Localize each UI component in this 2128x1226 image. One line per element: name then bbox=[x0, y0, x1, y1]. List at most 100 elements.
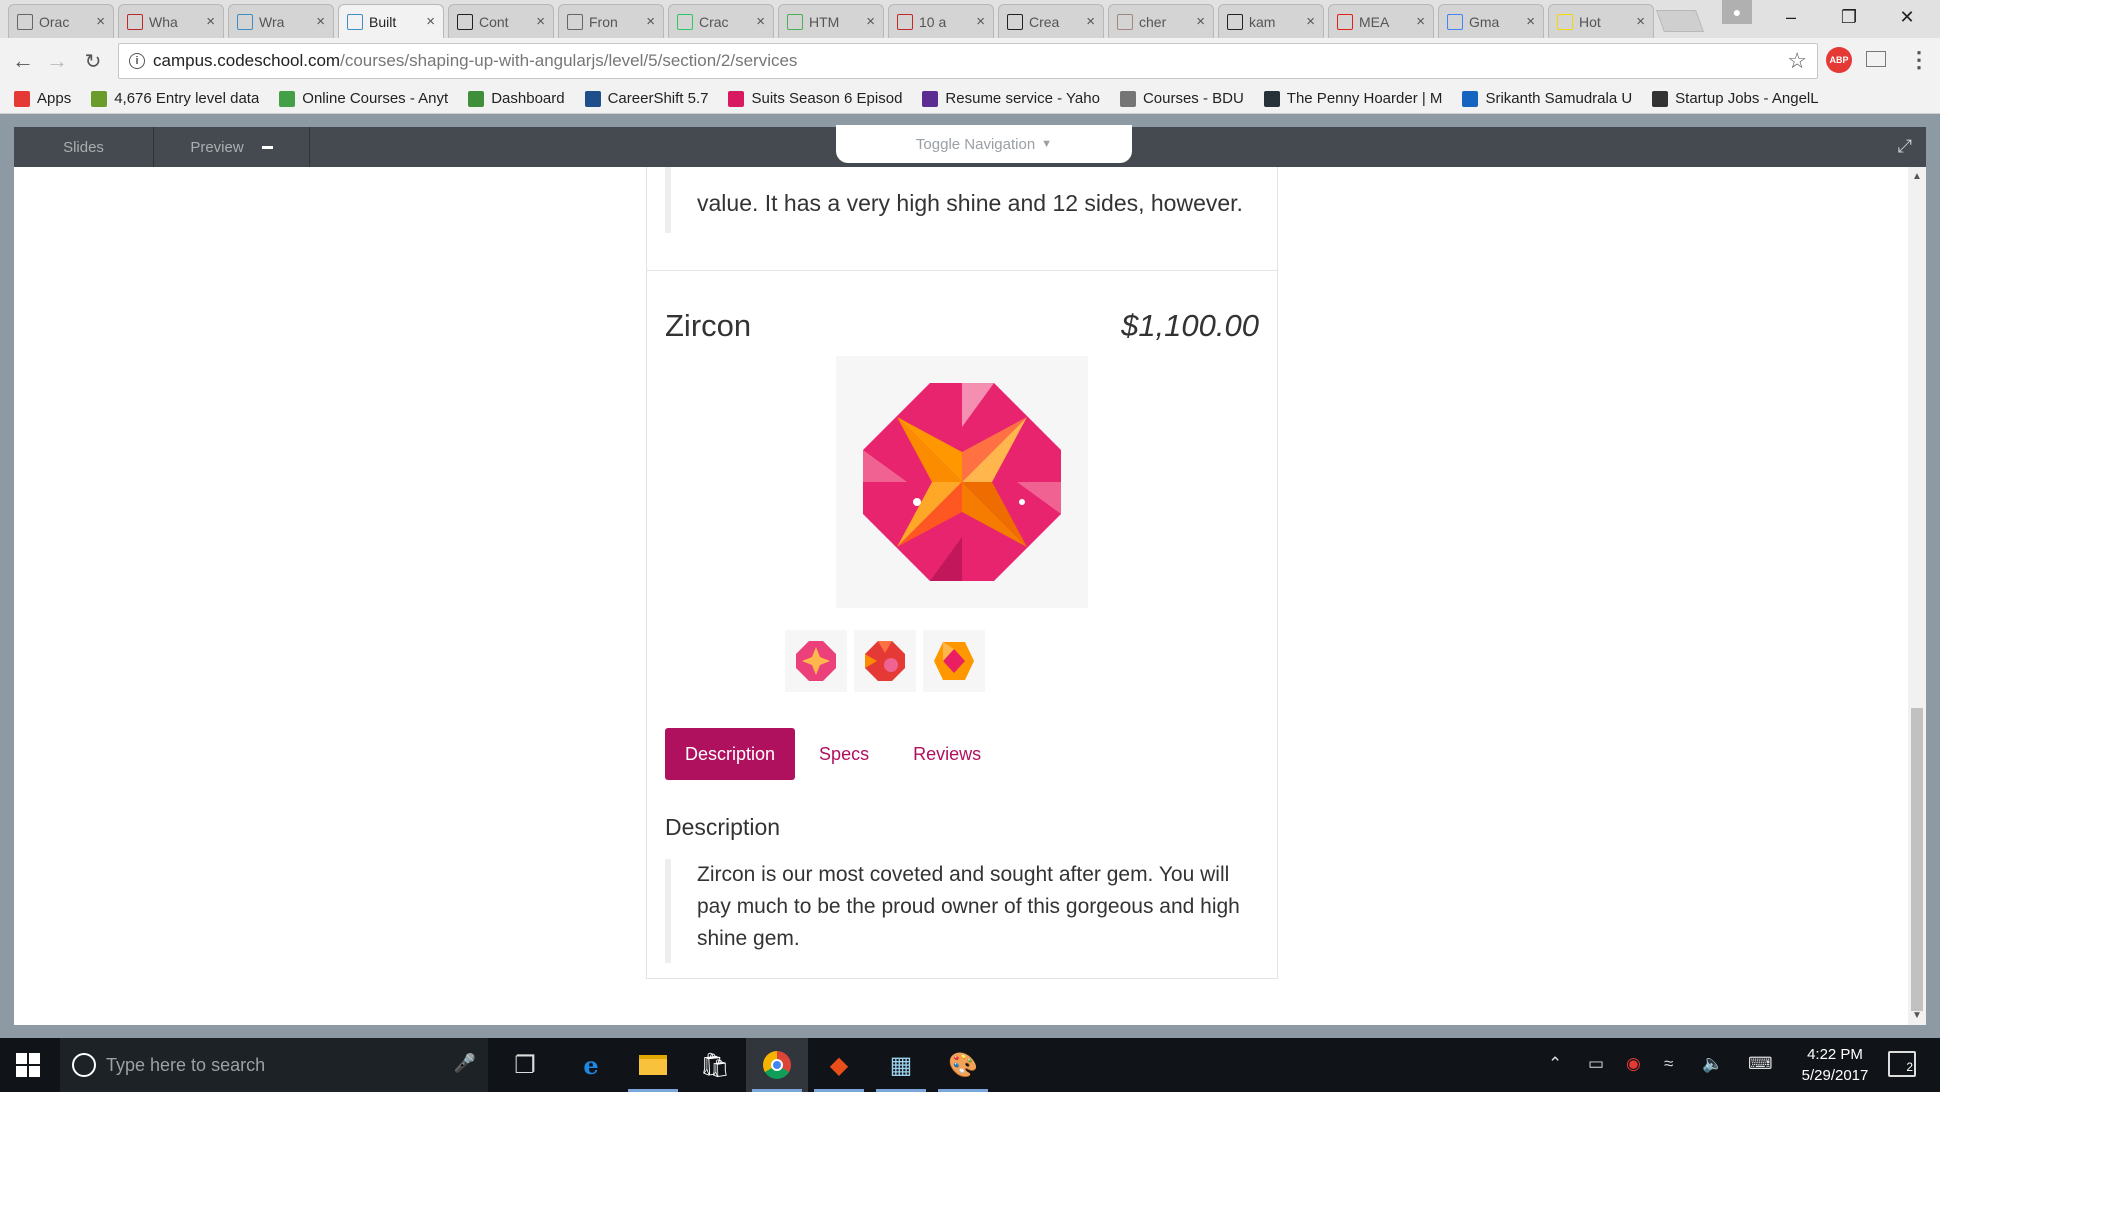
close-tab-icon[interactable]: × bbox=[426, 13, 435, 30]
bookmark-item[interactable]: CareerShift 5.7 bbox=[584, 90, 708, 107]
cast-icon[interactable] bbox=[1866, 51, 1886, 67]
page-scrollbar[interactable]: ▲ ▼ bbox=[1908, 167, 1926, 1025]
browser-tab[interactable]: Gma × bbox=[1438, 4, 1544, 38]
bookmark-item[interactable]: Courses - BDU bbox=[1119, 90, 1244, 107]
close-tab-icon[interactable]: × bbox=[1416, 13, 1425, 30]
bookmark-favicon-icon bbox=[468, 90, 485, 107]
browser-tab[interactable]: kam × bbox=[1218, 4, 1324, 38]
notepad-icon[interactable]: ▦ bbox=[870, 1038, 932, 1092]
file-explorer-icon[interactable] bbox=[622, 1038, 684, 1092]
antivirus-icon[interactable]: ◉ bbox=[1626, 1054, 1641, 1074]
browser-tab[interactable]: cher × bbox=[1108, 4, 1214, 38]
tray-chevron-icon[interactable]: ⌃ bbox=[1548, 1054, 1562, 1074]
close-tab-icon[interactable]: × bbox=[1196, 13, 1205, 30]
restore-icon[interactable]: ❐ bbox=[1820, 0, 1878, 34]
slides-tab[interactable]: Slides bbox=[14, 127, 154, 167]
windows-start-icon[interactable] bbox=[16, 1053, 40, 1077]
chrome-icon[interactable] bbox=[746, 1038, 808, 1092]
bookmark-label: Dashboard bbox=[491, 90, 565, 107]
back-icon[interactable]: ← bbox=[8, 46, 38, 76]
adblock-icon[interactable]: ABP bbox=[1826, 47, 1852, 73]
product-thumbnail-2[interactable] bbox=[854, 630, 916, 692]
close-tab-icon[interactable]: × bbox=[316, 13, 325, 30]
tab-reviews[interactable]: Reviews bbox=[893, 728, 1001, 780]
bookmark-item[interactable]: Online Courses - Anyt bbox=[279, 90, 448, 107]
info-icon[interactable]: i bbox=[129, 53, 145, 69]
bookmark-item[interactable]: Startup Jobs - AngelL bbox=[1652, 90, 1819, 107]
close-tab-icon[interactable]: × bbox=[756, 13, 765, 30]
browser-tab[interactable]: Wha × bbox=[118, 4, 224, 38]
new-tab-button[interactable] bbox=[1655, 10, 1705, 32]
expand-icon[interactable]: ⤢ bbox=[1898, 136, 1912, 157]
close-tab-icon[interactable]: × bbox=[1636, 13, 1645, 30]
keyboard-icon[interactable]: ⌨ bbox=[1748, 1054, 1773, 1074]
close-window-icon[interactable]: ✕ bbox=[1878, 0, 1936, 34]
github-icon bbox=[1227, 13, 1243, 30]
microphone-icon[interactable]: 🎤 bbox=[454, 1053, 476, 1074]
close-tab-icon[interactable]: × bbox=[1526, 13, 1535, 30]
browser-tab[interactable]: MEA × bbox=[1328, 4, 1434, 38]
preview-content[interactable]: value. It has a very high shine and 12 s… bbox=[14, 167, 1926, 1025]
close-tab-icon[interactable]: × bbox=[206, 13, 215, 30]
scrollbar-thumb[interactable] bbox=[1911, 708, 1923, 1011]
taskbar-search-box[interactable]: Type here to search 🎤 bbox=[60, 1038, 488, 1092]
minimize-icon[interactable]: – bbox=[1762, 0, 1820, 34]
tab-specs[interactable]: Specs bbox=[799, 728, 889, 780]
close-tab-icon[interactable]: × bbox=[646, 13, 655, 30]
git-icon[interactable]: ◆ bbox=[808, 1038, 870, 1092]
volume-icon[interactable]: 🔈 bbox=[1702, 1054, 1723, 1074]
profile-icon[interactable]: ● bbox=[1722, 0, 1752, 24]
close-tab-icon[interactable]: × bbox=[866, 13, 875, 30]
battery-icon[interactable]: ▭ bbox=[1588, 1054, 1604, 1074]
bookmark-item[interactable]: Dashboard bbox=[468, 90, 565, 107]
close-tab-icon[interactable]: × bbox=[1086, 13, 1095, 30]
scroll-down-icon[interactable]: ▼ bbox=[1912, 1010, 1922, 1021]
action-center-icon[interactable]: 2 bbox=[1888, 1051, 1916, 1077]
browser-tab[interactable]: Hot × bbox=[1548, 4, 1654, 38]
product-thumbnail-3[interactable] bbox=[923, 630, 985, 692]
description-heading: Description bbox=[665, 814, 781, 840]
paint-icon[interactable]: 🎨 bbox=[932, 1038, 994, 1092]
close-tab-icon[interactable]: × bbox=[96, 13, 105, 30]
bookmark-item[interactable]: Suits Season 6 Episod bbox=[728, 90, 902, 107]
browser-tab[interactable]: 10 a × bbox=[888, 4, 994, 38]
bookmark-item[interactable]: Srikanth Samudrala U bbox=[1462, 90, 1632, 107]
bookmark-star-icon[interactable]: ☆ bbox=[1787, 48, 1807, 74]
wifi-icon[interactable]: ≈ bbox=[1664, 1054, 1673, 1074]
previous-description-text: value. It has a very high shine and 12 s… bbox=[697, 190, 1243, 216]
store-icon[interactable]: 🛍 bbox=[684, 1038, 746, 1092]
browser-tab[interactable]: Wra × bbox=[228, 4, 334, 38]
preview-tab[interactable]: Preview bbox=[154, 127, 310, 167]
page-frame: Slides Preview Toggle Navigation ▼ ⤢ val… bbox=[0, 114, 1940, 1038]
browser-tab[interactable]: Orac × bbox=[8, 4, 114, 38]
codeschool-icon bbox=[347, 13, 363, 30]
close-tab-icon[interactable]: × bbox=[976, 13, 985, 30]
browser-tab[interactable]: Cont × bbox=[448, 4, 554, 38]
tab-description[interactable]: Description bbox=[665, 728, 796, 780]
bookmark-item[interactable]: 4,676 Entry level data bbox=[91, 90, 259, 107]
edge-icon[interactable]: e bbox=[560, 1038, 622, 1092]
close-tab-icon[interactable]: × bbox=[1306, 13, 1315, 30]
bookmark-item[interactable]: Resume service - Yaho bbox=[922, 90, 1100, 107]
taskbar-clock[interactable]: 4:22 PM 5/29/2017 bbox=[1796, 1044, 1874, 1086]
scroll-up-icon[interactable]: ▲ bbox=[1912, 171, 1922, 182]
gem-thumb-star-icon bbox=[796, 641, 836, 681]
browser-tab-title: 10 a bbox=[919, 13, 947, 30]
toggle-navigation-button[interactable]: Toggle Navigation ▼ bbox=[836, 125, 1132, 163]
browser-tab[interactable]: Built × bbox=[338, 4, 444, 38]
browser-tab[interactable]: Crac × bbox=[668, 4, 774, 38]
close-tab-icon[interactable]: × bbox=[536, 13, 545, 30]
menu-icon[interactable]: ⋮ bbox=[1906, 47, 1932, 73]
bookmark-item[interactable]: The Penny Hoarder | M bbox=[1263, 90, 1443, 107]
forward-icon[interactable]: → bbox=[42, 46, 72, 76]
bookmark-label: 4,676 Entry level data bbox=[114, 90, 260, 107]
address-bar[interactable]: i campus.codeschool.com/courses/shaping-… bbox=[118, 43, 1818, 79]
task-view-icon[interactable]: ❐ bbox=[494, 1038, 556, 1092]
browser-tab[interactable]: HTM × bbox=[778, 4, 884, 38]
browser-tab[interactable]: Fron × bbox=[558, 4, 664, 38]
bookmark-item[interactable]: Apps bbox=[14, 90, 71, 107]
product-thumbnail-1[interactable] bbox=[785, 630, 847, 692]
browser-tab[interactable]: Crea × bbox=[998, 4, 1104, 38]
reload-icon[interactable]: ↻ bbox=[78, 46, 108, 76]
bookmark-label: The Penny Hoarder | M bbox=[1286, 90, 1443, 107]
